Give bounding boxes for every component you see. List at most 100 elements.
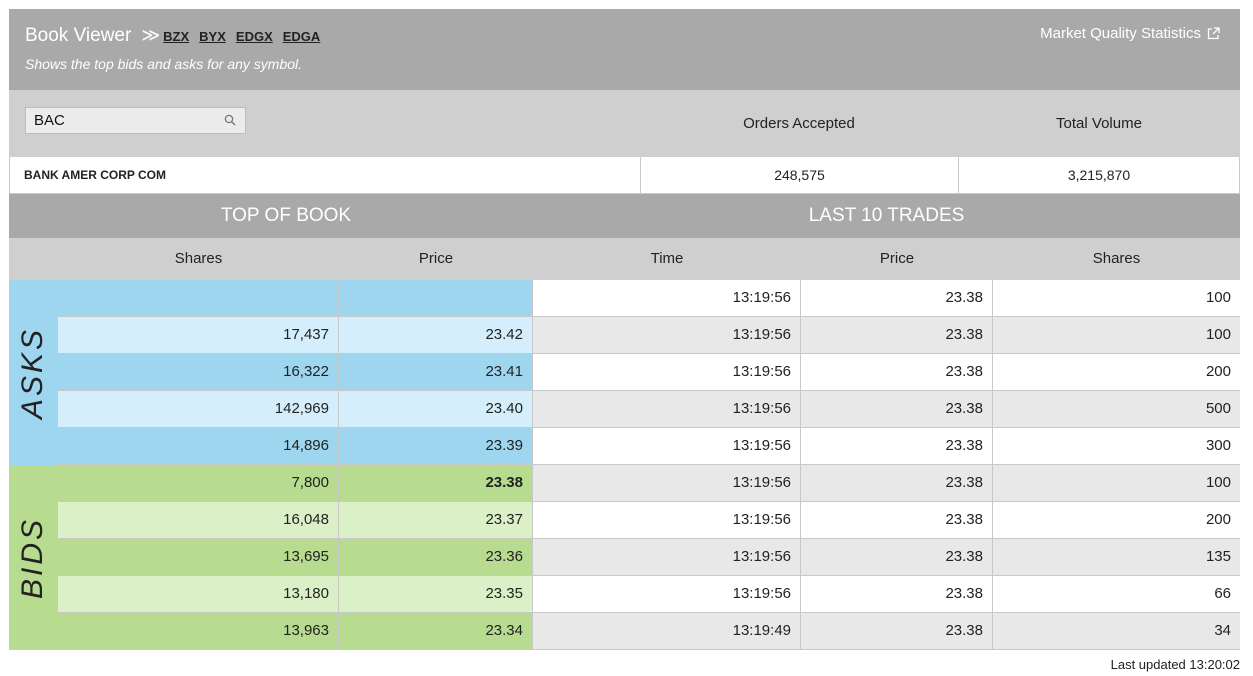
trade-shares: 100 [1205, 289, 1231, 306]
trade-price: 23.38 [801, 576, 993, 612]
trade-time: 13:19:56 [533, 280, 801, 316]
header: Book Viewer ≫ BZX BYX EDGX EDGA Shows th… [9, 9, 1240, 90]
orders-accepted-header: Orders Accepted [743, 115, 855, 132]
trade-time: 13:19:56 [533, 576, 801, 612]
trade-price: 23.38 [801, 613, 993, 649]
trade-shares: 66 [1214, 585, 1231, 602]
ask-price: 23.40 [339, 391, 533, 427]
trade-shares: 200 [1205, 511, 1231, 528]
exchange-link-edgx[interactable]: EDGX [236, 29, 273, 44]
section-headers: TOP OF BOOK LAST 10 TRADES [9, 194, 1240, 238]
bid-shares: 13,695 [58, 539, 339, 575]
trade-time: 13:19:56 [533, 502, 801, 538]
bid-row: 13,695 23.36 [58, 539, 533, 576]
chevron-icon: ≫ [141, 25, 160, 45]
bid-row: 13,963 23.34 [58, 613, 533, 650]
ask-shares [58, 280, 339, 316]
exchange-link-byx[interactable]: BYX [199, 29, 226, 44]
trade-price: 23.38 [801, 428, 993, 464]
trade-price: 23.38 [801, 317, 993, 353]
page-subtitle: Shows the top bids and asks for any symb… [25, 56, 303, 72]
trade-price: 23.38 [801, 280, 993, 316]
trade-row: 13:19:56 23.38 100 [533, 280, 1240, 317]
asks-label: ASKS [16, 326, 49, 419]
trade-price: 23.38 [801, 502, 993, 538]
trade-row: 13:19:56 23.38 200 [533, 354, 1240, 391]
exchange-link-bzx[interactable]: BZX [163, 29, 189, 44]
trade-shares: 135 [1205, 548, 1231, 565]
trade-row: 13:19:56 23.38 100 [533, 465, 1240, 502]
market-quality-statistics-link[interactable]: Market Quality Statistics [1040, 25, 1220, 42]
ask-row: 14,896 23.39 [58, 428, 533, 465]
top-of-book-table: 17,437 23.42 16,322 23.41 142,969 23.40 14,896… [58, 280, 533, 650]
trade-shares: 100 [1205, 474, 1231, 491]
trade-price: 23.38 [801, 391, 993, 427]
side-labels: ASKS BIDS [9, 280, 58, 650]
trade-time: 13:19:49 [533, 613, 801, 649]
ask-price: 23.42 [339, 317, 533, 353]
search-icon[interactable] [224, 114, 236, 126]
ask-row: 17,437 23.42 [58, 317, 533, 354]
trade-row: 13:19:49 23.38 34 [533, 613, 1240, 650]
trade-shares: 200 [1205, 363, 1231, 380]
trade-shares: 300 [1205, 437, 1231, 454]
search-row: Orders Accepted Total Volume [9, 90, 1240, 157]
ask-price [339, 280, 533, 316]
ask-row: 142,969 23.40 [58, 391, 533, 428]
last-updated: Last updated 13:20:02 [1110, 657, 1240, 672]
ask-row: 16,322 23.41 [58, 354, 533, 391]
bid-row: 7,800 23.38 [58, 465, 533, 502]
trade-time: 13:19:56 [533, 354, 801, 390]
trade-row: 13:19:56 23.38 300 [533, 428, 1240, 465]
ask-shares: 142,969 [58, 391, 339, 427]
trade-time: 13:19:56 [533, 391, 801, 427]
ask-row [58, 280, 533, 317]
bid-price: 23.36 [339, 539, 533, 575]
trade-price: 23.38 [801, 539, 993, 575]
trade-shares: 100 [1205, 326, 1231, 343]
bids-label: BIDS [16, 516, 49, 599]
bid-price: 23.35 [339, 576, 533, 612]
ask-shares: 14,896 [58, 428, 339, 464]
bid-row: 13,180 23.35 [58, 576, 533, 613]
ask-shares: 17,437 [58, 317, 339, 353]
data-body: ASKS BIDS 17,437 23.42 16,322 23.41 142,969 2… [9, 280, 1240, 650]
last-trades-table: 13:19:56 23.38 100 13:19:56 23.38 100 13:19:56… [533, 280, 1240, 650]
trade-row: 13:19:56 23.38 66 [533, 576, 1240, 613]
bid-price: 23.34 [339, 613, 533, 649]
total-volume-value: 3,215,870 [1067, 167, 1131, 183]
trade-shares: 500 [1205, 400, 1231, 417]
trade-row: 13:19:56 23.38 135 [533, 539, 1240, 576]
ask-price: 23.39 [339, 428, 533, 464]
trade-time: 13:19:56 [533, 428, 801, 464]
bid-shares: 13,963 [58, 613, 339, 649]
ask-price: 23.41 [339, 354, 533, 390]
page-title: Book Viewer [25, 25, 132, 46]
trade-price: 23.38 [801, 354, 993, 390]
trade-row: 13:19:56 23.38 200 [533, 502, 1240, 539]
col-trade-time: Time [650, 250, 684, 267]
col-book-shares: Shares [174, 250, 223, 267]
top-of-book-header: TOP OF BOOK [220, 205, 352, 226]
col-trade-price: Price [879, 250, 915, 267]
trade-time: 13:19:56 [533, 539, 801, 575]
bid-price: 23.37 [339, 502, 533, 538]
bid-shares: 7,800 [58, 465, 339, 501]
asks-label-cell: ASKS [9, 280, 58, 465]
trade-shares: 34 [1214, 622, 1231, 639]
title-line: Book Viewer ≫ BZX BYX EDGX EDGA [25, 25, 330, 47]
symbol-search-input[interactable] [26, 108, 214, 133]
col-trade-shares: Shares [1092, 250, 1141, 267]
orders-accepted-value: 248,575 [641, 157, 959, 193]
total-volume-header: Total Volume [1056, 115, 1142, 132]
trade-time: 13:19:56 [533, 465, 801, 501]
trade-time: 13:19:56 [533, 317, 801, 353]
company-name: BANK AMER CORP COM [10, 157, 641, 193]
last-trades-header: LAST 10 TRADES [808, 205, 965, 226]
market-quality-label: Market Quality Statistics [1040, 25, 1201, 42]
bid-shares: 16,048 [58, 502, 339, 538]
trade-row: 13:19:56 23.38 100 [533, 317, 1240, 354]
trade-price: 23.38 [801, 465, 993, 501]
exchange-link-edga[interactable]: EDGA [283, 29, 321, 44]
bid-price: 23.38 [339, 465, 533, 501]
